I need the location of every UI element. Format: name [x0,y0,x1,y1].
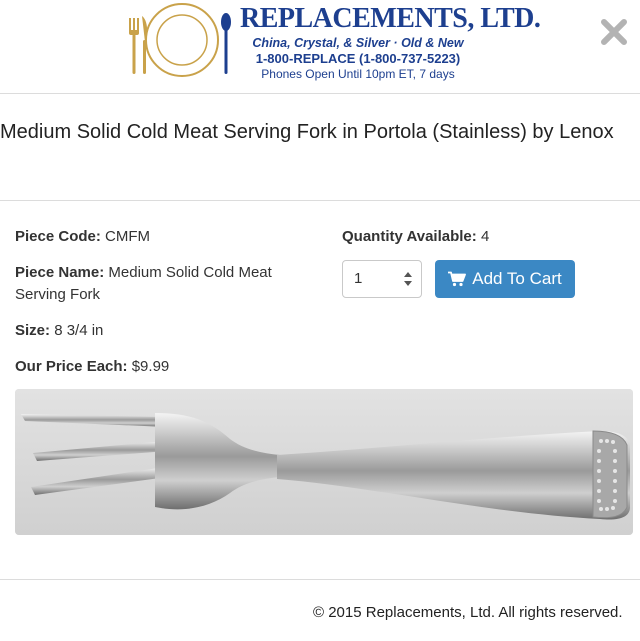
brand-hours: Phones Open Until 10pm ET, 7 days [261,67,455,81]
brand-tagline: China, Crystal, & Silver · Old & New [252,36,464,50]
product-image [15,389,633,535]
title-section: Medium Solid Cold Meat Serving Fork in P… [0,94,640,201]
quantity-available-label: Quantity Available: [342,228,477,245]
size-value: 8 3/4 in [54,322,104,339]
piece-code-value: CMFM [105,228,151,245]
piece-code-row: Piece Code: CMFM [15,226,315,248]
place-setting-logo-icon [129,3,231,77]
size-label: Size: [15,322,51,339]
piece-name-label: Piece Name: [15,264,105,281]
quantity-available: Quantity Available: 4 [342,226,632,248]
price-label: Our Price Each: [15,358,128,375]
price-value: $9.99 [131,358,170,375]
product-details: Piece Code: CMFM Piece Name: Medium Soli… [15,226,315,392]
select-arrows-icon [404,272,412,286]
footer: © 2015 Replacements, Ltd. All rights res… [0,579,640,641]
product-title: Medium Solid Cold Meat Serving Fork in P… [0,121,614,143]
purchase-panel: Quantity Available: 4 1 Add To Cart [342,226,632,299]
cart-icon [448,271,467,287]
purchase-row: 1 Add To Cart [342,260,632,299]
replacements-logo[interactable]: REPLACEMENTS, LTD. China, Crystal, & Sil… [126,2,541,86]
brand-name: REPLACEMENTS, LTD. [240,3,541,34]
add-to-cart-label: Add To Cart [472,269,562,288]
brand-phone[interactable]: 1-800-REPLACE (1-800-737-5223) [240,51,476,67]
piece-code-label: Piece Code: [15,228,101,245]
close-button[interactable] [596,14,632,50]
quantity-select-value: 1 [354,270,363,287]
header: REPLACEMENTS, LTD. China, Crystal, & Sil… [0,0,640,94]
piece-name-row: Piece Name: Medium Solid Cold Meat Servi… [15,262,315,306]
quantity-select[interactable]: 1 [342,260,422,298]
brand-block: REPLACEMENTS, LTD. China, Crystal, & Sil… [240,2,541,82]
close-icon [601,19,627,45]
serving-fork-image [15,389,633,535]
add-to-cart-button[interactable]: Add To Cart [435,260,575,298]
copyright-text: © 2015 Replacements, Ltd. All rights res… [313,604,623,621]
quantity-available-value: 4 [480,228,490,245]
price-row: Our Price Each: $9.99 [15,356,315,378]
size-row: Size: 8 3/4 in [15,320,315,342]
